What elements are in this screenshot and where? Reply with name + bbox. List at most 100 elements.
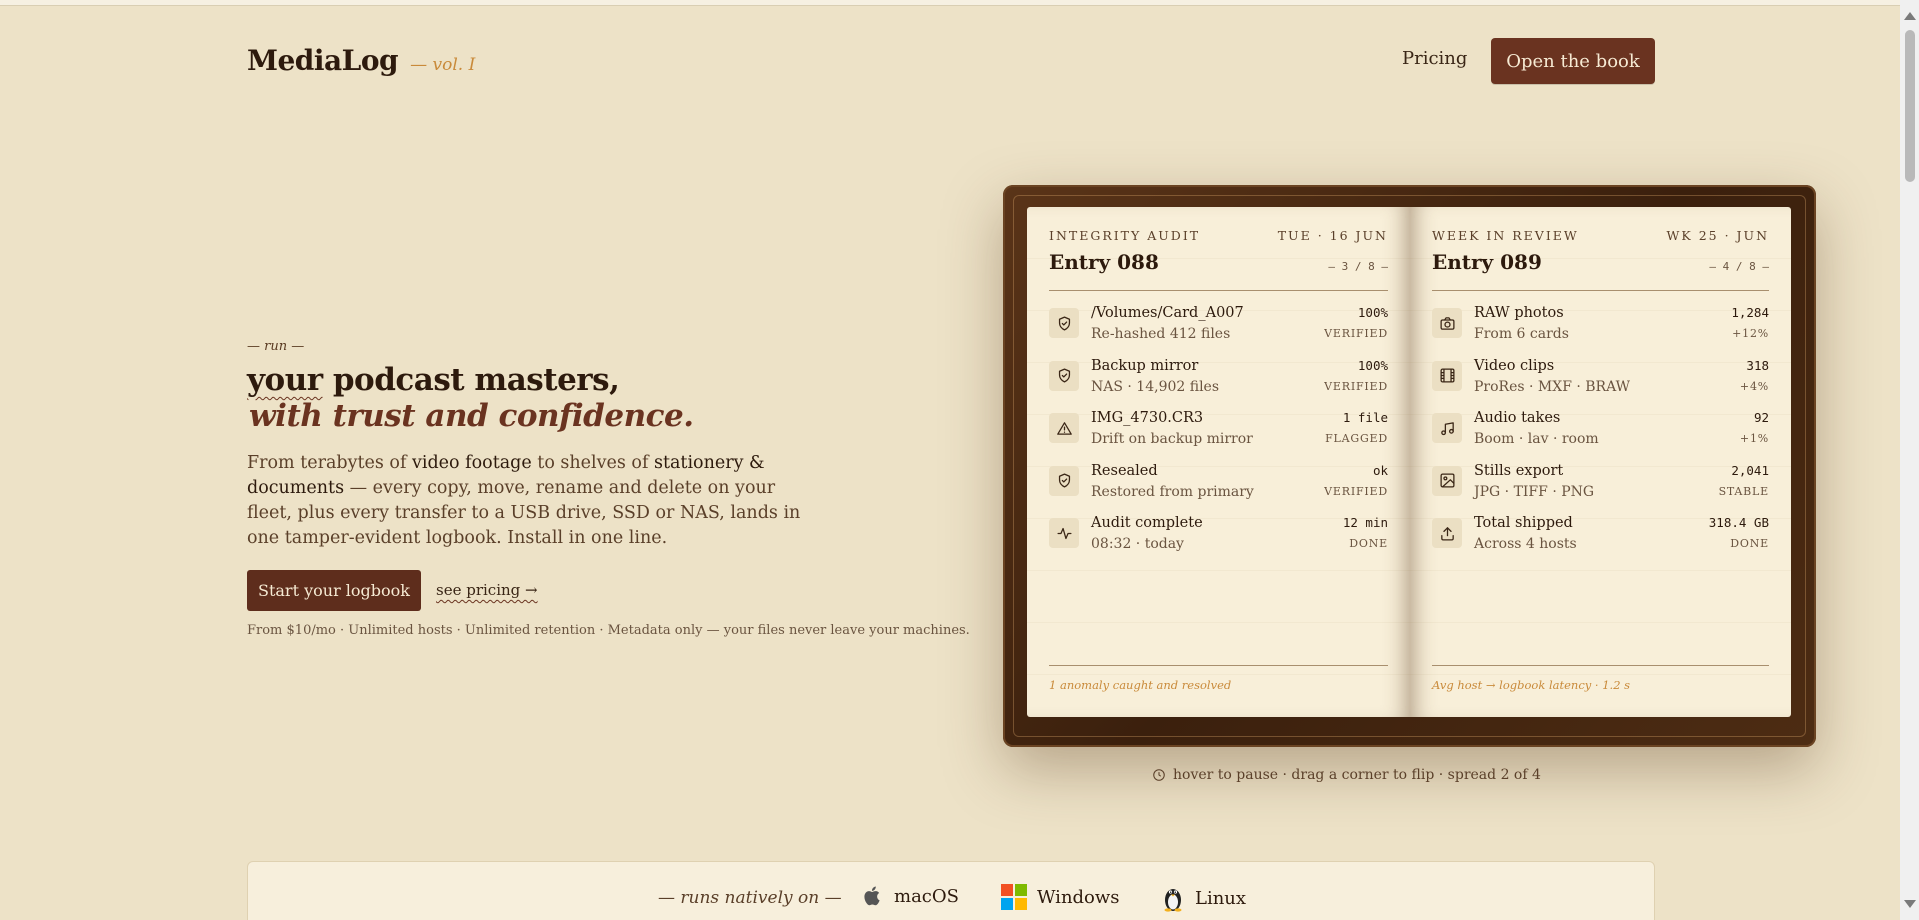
log-entry[interactable]: Audit complete 08:32 · today 12 min DONE: [1049, 512, 1388, 556]
book-hint: hover to pause · drag a corner to flip ·…: [1152, 767, 1541, 783]
brand[interactable]: MediaLog — vol. I: [247, 44, 475, 77]
log-entry[interactable]: Stills export JPG · TIFF · PNG 2,041 STABLE: [1432, 460, 1769, 504]
entry-status: STABLE: [1718, 484, 1769, 498]
entry-value: 100%: [1357, 305, 1388, 320]
start-logbook-button[interactable]: Start your logbook: [247, 570, 421, 611]
entry-title: IMG_4730.CR3: [1091, 410, 1204, 426]
entry-subtitle: Boom · lav · room: [1474, 431, 1599, 447]
nav-pricing-link[interactable]: Pricing: [1402, 48, 1467, 69]
entry-title: Audit complete: [1091, 515, 1203, 531]
log-entry[interactable]: IMG_4730.CR3 Drift on backup mirror 1 file…: [1049, 407, 1388, 451]
entry-value: 100%: [1357, 357, 1388, 373]
page-footer-note: Avg host → logbook latency · 1.2 s: [1432, 678, 1631, 692]
entry-subtitle: Restored from primary: [1091, 483, 1254, 500]
log-entry[interactable]: Resealed Restored from primary ok VERIFIED: [1049, 460, 1388, 504]
entry-title: Backup mirror: [1091, 357, 1199, 374]
os-linux[interactable]: Linux: [1161, 884, 1246, 912]
hero-headline-line1: your podcast masters,: [247, 362, 620, 398]
entry-title: RAW photos: [1474, 305, 1564, 321]
page-date: WK 25 · JUN: [1666, 228, 1769, 243]
hero-fineprint: From $10/mo · Unlimited hosts · Unlimite…: [247, 623, 970, 638]
shield-check-icon: [1049, 360, 1079, 391]
entry-title: Stills export: [1474, 462, 1564, 479]
entry-value: 1,284: [1731, 305, 1769, 320]
entry-subtitle: Drift on backup mirror: [1091, 431, 1253, 447]
entry-subtitle: JPG · TIFF · PNG: [1474, 483, 1595, 500]
entry-title: Total shipped: [1474, 515, 1573, 531]
os-windows[interactable]: Windows: [1001, 884, 1120, 910]
camera-icon: [1432, 308, 1462, 338]
lede-text: to shelves of: [531, 453, 654, 473]
shield-check-icon: [1049, 465, 1079, 496]
logbook-page-right[interactable]: WEEK IN REVIEW WK 25 · JUN Entry 089 – 4…: [1410, 207, 1791, 717]
entry-value: 92: [1753, 410, 1769, 425]
entry-subtitle: ProRes · MXF · BRAW: [1474, 378, 1631, 395]
page-title: Entry 089: [1432, 250, 1542, 274]
os-name: Windows: [1037, 886, 1120, 908]
page-title: Entry 088: [1049, 250, 1159, 274]
entry-subtitle: Re-hashed 412 files: [1091, 326, 1231, 342]
entry-status: +12%: [1732, 327, 1769, 340]
music-note-icon: [1432, 413, 1462, 443]
lede-emphasis: video footage: [412, 453, 532, 473]
os-name: macOS: [894, 885, 959, 907]
page-eyebrow: WEEK IN REVIEW: [1432, 228, 1579, 243]
entry-subtitle: 08:32 · today: [1091, 536, 1184, 552]
scroll-up-arrow-icon[interactable]: [1904, 12, 1916, 20]
hero-kicker: — run —: [247, 339, 305, 354]
entry-title: Audio takes: [1474, 410, 1561, 426]
platforms-label: — runs natively on —: [658, 888, 842, 908]
page-rule: [1432, 290, 1769, 291]
log-entry[interactable]: Total shipped Across 4 hosts 318.4 GB DONE: [1432, 512, 1769, 556]
logbook-page-left[interactable]: INTEGRITY AUDIT TUE · 16 JUN Entry 088 –…: [1027, 207, 1410, 717]
entry-title: Resealed: [1091, 462, 1158, 479]
activity-icon: [1049, 518, 1079, 548]
headline-rest: podcast masters,: [322, 362, 620, 398]
entry-status: VERIFIED: [1324, 379, 1388, 393]
see-pricing-link[interactable]: see pricing →: [436, 581, 538, 599]
entry-title: /Volumes/Card_A007: [1091, 305, 1244, 321]
entry-value: 2,041: [1731, 462, 1769, 478]
log-entry[interactable]: Backup mirror NAS · 14,902 files 100% VERIF…: [1049, 355, 1388, 399]
entry-subtitle: NAS · 14,902 files: [1091, 378, 1220, 395]
shield-check-icon: [1049, 308, 1079, 338]
entry-status: DONE: [1349, 537, 1388, 550]
entry-value: ok: [1372, 462, 1388, 478]
browser-top-edge: [0, 0, 1900, 6]
page-footer-note: 1 anomaly caught and resolved: [1049, 678, 1232, 692]
scrollbar-thumb[interactable]: [1905, 30, 1915, 182]
lede-text: From terabytes of: [247, 453, 412, 473]
upload-icon: [1432, 518, 1462, 548]
page-footer-rule: [1432, 665, 1769, 666]
entry-subtitle: Across 4 hosts: [1474, 536, 1577, 552]
entry-value: 318: [1746, 357, 1769, 373]
log-entry[interactable]: Audio takes Boom · lav · room 92 +1%: [1432, 407, 1769, 451]
entry-title: Video clips: [1474, 357, 1555, 374]
page-date: TUE · 16 JUN: [1277, 228, 1388, 243]
entry-status: +1%: [1739, 432, 1769, 445]
log-entry[interactable]: RAW photos From 6 cards 1,284 +12%: [1432, 302, 1769, 346]
brand-name: MediaLog: [247, 44, 399, 77]
log-entry[interactable]: /Volumes/Card_A007 Re-hashed 412 files 100…: [1049, 302, 1388, 346]
scroll-down-arrow-icon[interactable]: [1904, 900, 1916, 908]
entry-status: +4%: [1739, 379, 1769, 393]
windows-icon: [1001, 884, 1027, 910]
open-book-button[interactable]: Open the book: [1491, 38, 1655, 84]
linux-penguin-icon: [1164, 889, 1182, 912]
entry-value: 12 min: [1342, 515, 1388, 530]
page-folio: – 4 / 8 –: [1709, 260, 1769, 273]
entry-status: FLAGGED: [1325, 432, 1388, 445]
entry-subtitle: From 6 cards: [1474, 326, 1569, 342]
log-entry[interactable]: Video clips ProRes · MXF · BRAW 318 +4%: [1432, 355, 1769, 399]
page-eyebrow: INTEGRITY AUDIT: [1049, 228, 1201, 243]
os-name: Linux: [1195, 887, 1247, 909]
os-macos[interactable]: macOS: [862, 884, 959, 908]
page-rule: [1049, 290, 1388, 291]
entry-status: VERIFIED: [1324, 327, 1388, 340]
hero-lede: From terabytes of video footage to shelv…: [247, 451, 822, 551]
image-icon: [1432, 465, 1462, 496]
brand-volume: — vol. I: [410, 55, 476, 75]
book-hint-text: hover to pause · drag a corner to flip ·…: [1173, 767, 1541, 783]
hero-headline-line2: with trust and confidence.: [249, 398, 694, 434]
film-icon: [1432, 360, 1462, 391]
